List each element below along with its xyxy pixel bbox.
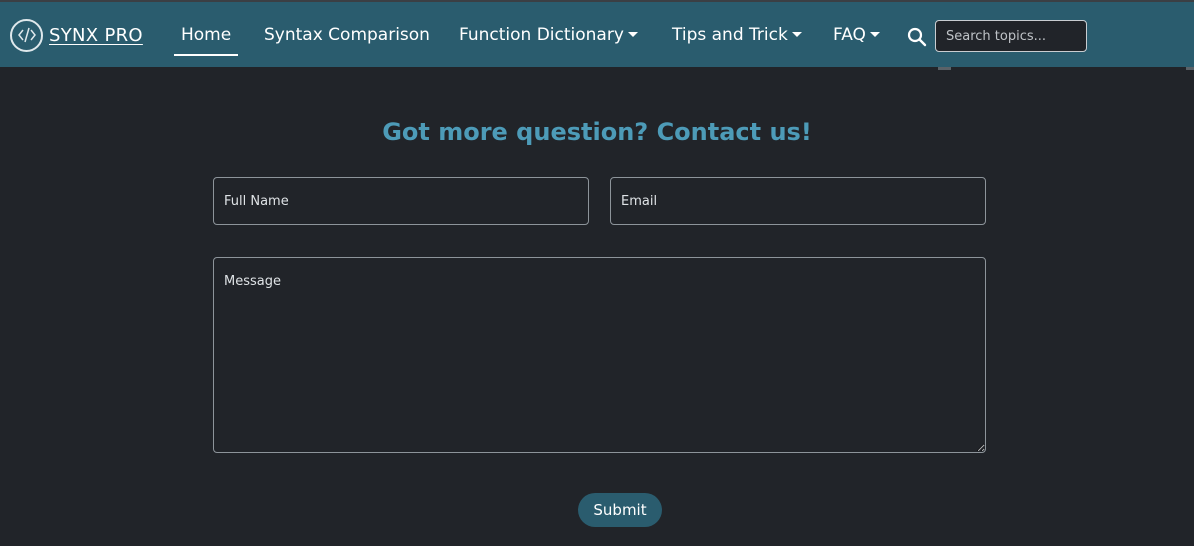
message-field[interactable]: [213, 257, 986, 453]
nav-faq-label: FAQ: [833, 25, 866, 45]
nav-tips-and-trick-label: Tips and Trick: [672, 25, 788, 45]
nav-tips-and-trick[interactable]: Tips and Trick: [672, 23, 802, 47]
email-field[interactable]: [610, 177, 986, 225]
caret-down-icon: [627, 32, 638, 37]
brand-link[interactable]: SYNX PRO: [10, 18, 143, 52]
caret-down-icon: [869, 32, 880, 37]
scrollbar-thumb[interactable]: [1186, 67, 1194, 70]
search-input[interactable]: [935, 20, 1087, 52]
brand-name: SYNX PRO: [49, 24, 143, 46]
nav-syntax-comparison[interactable]: Syntax Comparison: [264, 23, 430, 47]
navbar: SYNX PRO Home Syntax Comparison Function…: [0, 0, 1194, 67]
submit-button[interactable]: Submit: [578, 493, 662, 527]
code-brackets-icon: [10, 18, 43, 52]
scroll-marker: [938, 67, 951, 70]
search-icon[interactable]: [907, 27, 927, 47]
nav-function-dictionary-label: Function Dictionary: [459, 25, 624, 45]
full-name-field[interactable]: [213, 177, 589, 225]
contact-title: Got more question? Contact us!: [382, 118, 812, 146]
nav-home[interactable]: Home: [173, 23, 239, 56]
nav-function-dictionary[interactable]: Function Dictionary: [459, 23, 638, 47]
nav-faq[interactable]: FAQ: [833, 23, 880, 47]
caret-down-icon: [791, 32, 802, 37]
